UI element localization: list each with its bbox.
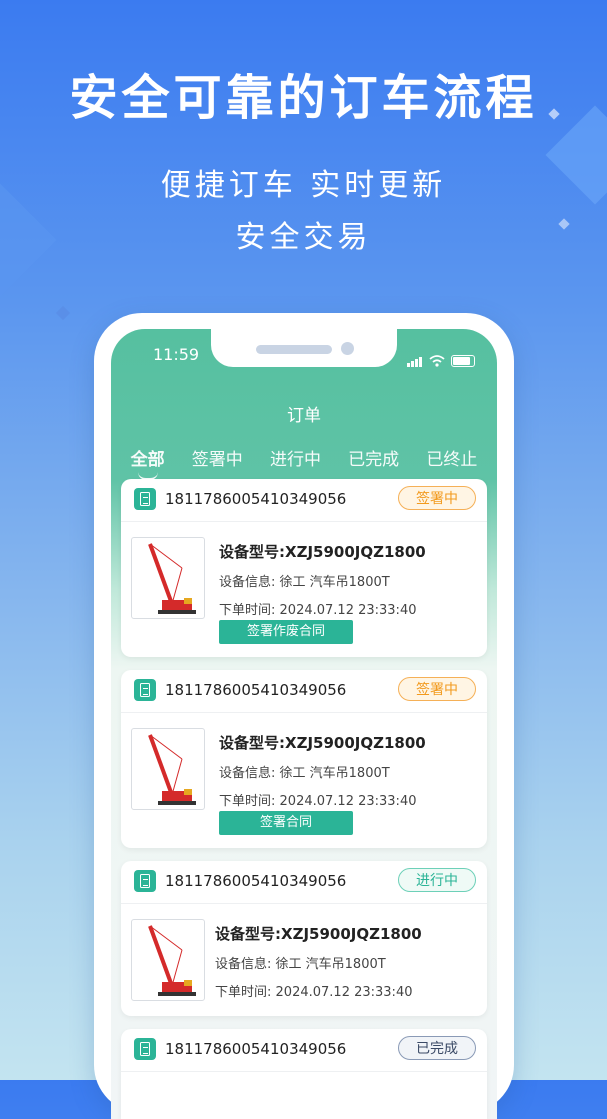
phone-notch [211,329,397,367]
speaker [256,345,332,354]
order-card-header: 1811786005410349056 进行中 [121,861,487,904]
order-details: 设备型号:XZJ5900JQZ1800 设备信息: 徐工 汽车吊1800T 下单… [215,923,422,1000]
order-card[interactable]: 1811786005410349056 签署中 设备型号:XZJ5900JQZ1… [121,479,487,657]
tab-ongoing[interactable]: 进行中 [270,445,321,470]
promo-subtitle-2: 安全交易 [235,220,372,255]
order-time-label: 下单时间: [215,985,272,1000]
order-number: 1811786005410349056 [165,1040,347,1058]
order-time-value: 2024.07.12 23:33:40 [279,603,417,618]
document-icon [134,1038,156,1060]
order-time-label: 下单时间: [219,603,276,618]
order-time-label: 下单时间: [219,794,276,809]
tab-label: 签署中 [191,450,243,470]
order-details: 设备型号:XZJ5900JQZ1800 设备信息: 徐工 汽车吊1800T 下单… [219,732,426,809]
document-icon [134,679,156,701]
order-card[interactable]: 1811786005410349056 已完成 [121,1029,487,1119]
sign-contract-button[interactable]: 签署合同 [219,811,353,835]
promo-subtitle-1: 便捷订车 实时更新 [160,168,447,203]
order-card-header: 1811786005410349056 签署中 [121,479,487,522]
sign-void-contract-button[interactable]: 签署作废合同 [219,620,353,644]
equipment-info-value: 徐工 汽车吊1800T [275,957,386,972]
tab-label: 已完成 [348,450,400,470]
order-tabs: 全部 签署中 进行中 已完成 已终止 [111,445,497,480]
equipment-info-value: 徐工 汽车吊1800T [279,766,390,781]
equipment-model: 设备型号:XZJ5900JQZ1800 [219,543,426,561]
equipment-info-label: 设备信息: [215,957,272,972]
page-title: 订单 [287,406,321,426]
order-number: 1811786005410349056 [165,490,347,508]
order-time-value: 2024.07.12 23:33:40 [275,985,413,1000]
battery-icon [451,355,475,367]
order-number: 1811786005410349056 [165,681,347,699]
status-badge: 签署中 [398,677,476,701]
crane-image [131,537,205,619]
equipment-info-label: 设备信息: [219,575,276,590]
crane-image [131,919,205,1001]
promo-headline: 安全可靠的订车流程 [69,70,538,126]
order-details: 设备型号:XZJ5900JQZ1800 设备信息: 徐工 汽车吊1800T 下单… [219,541,426,618]
tab-terminated[interactable]: 已终止 [426,445,477,470]
equipment-model: 设备型号:XZJ5900JQZ1800 [215,925,422,943]
equipment-info-label: 设备信息: [219,766,276,781]
camera [341,342,354,355]
tab-label: 进行中 [269,450,321,470]
tab-completed[interactable]: 已完成 [348,445,399,470]
document-icon [134,870,156,892]
signal-icon [407,348,423,367]
tab-all[interactable]: 全部 [130,445,165,480]
status-badge: 签署中 [398,486,476,510]
status-time: 11:59 [153,345,200,364]
crane-image [131,728,205,810]
wifi-icon [429,355,445,367]
order-card-header: 1811786005410349056 签署中 [121,670,487,713]
phone-screen: 11:59 订单 全部 签署中 进行中 已完成 已终止 181178600541… [111,329,497,1119]
tab-label: 已终止 [426,450,478,470]
status-icons [407,348,475,367]
status-badge: 进行中 [398,868,476,892]
order-number: 1811786005410349056 [165,872,347,890]
order-card[interactable]: 1811786005410349056 签署中 设备型号:XZJ5900JQZ1… [121,670,487,848]
order-card-header: 1811786005410349056 已完成 [121,1029,487,1072]
phone-mockup: 11:59 订单 全部 签署中 进行中 已完成 已终止 181178600541… [94,313,514,1119]
equipment-info-value: 徐工 汽车吊1800T [279,575,390,590]
equipment-model: 设备型号:XZJ5900JQZ1800 [219,734,426,752]
tab-signing[interactable]: 签署中 [192,445,243,470]
document-icon [134,488,156,510]
status-badge: 已完成 [398,1036,476,1060]
tab-label: 全部 [130,450,165,470]
order-card[interactable]: 1811786005410349056 进行中 设备型号:XZJ5900JQZ1… [121,861,487,1016]
order-time-value: 2024.07.12 23:33:40 [279,794,417,809]
